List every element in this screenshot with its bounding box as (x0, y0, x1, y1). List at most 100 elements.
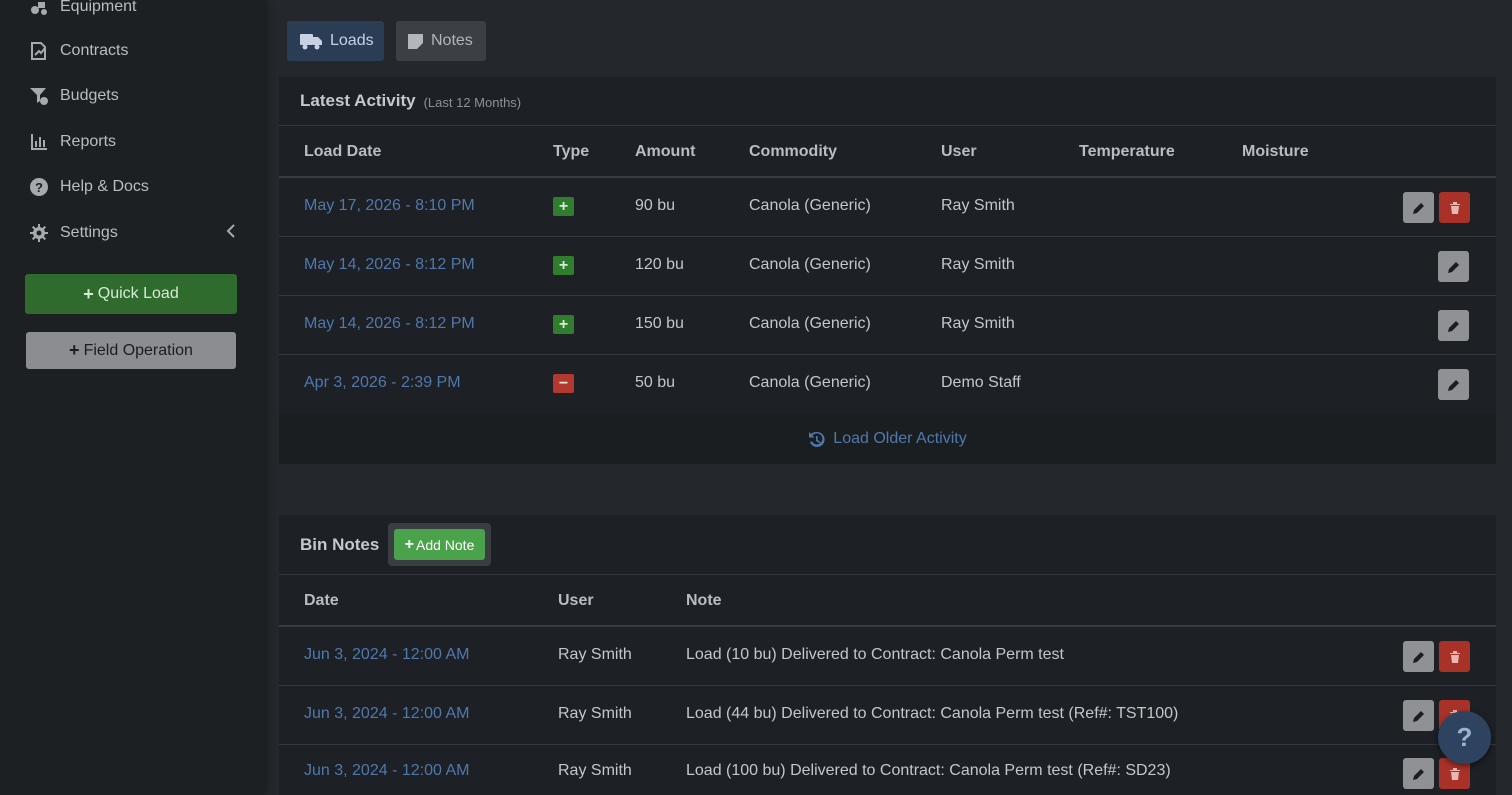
tab-loads[interactable]: Loads (287, 21, 384, 61)
sidebar-item-contracts[interactable]: Contracts (28, 39, 128, 63)
pencil-icon (1447, 320, 1459, 332)
gear-icon (28, 223, 50, 243)
field-operation-label: Field Operation (83, 341, 193, 359)
sidebar-item-help-docs[interactable]: ? Help & Docs (28, 175, 149, 199)
column-header: Date (304, 592, 339, 609)
note-date-link[interactable]: Jun 3, 2024 - 12:00 AM (304, 627, 469, 683)
user-cell: Ray Smith (558, 762, 632, 779)
edit-button[interactable] (1403, 700, 1434, 731)
pencil-icon (1412, 768, 1424, 780)
user-cell: Ray Smith (558, 646, 632, 663)
load-date-link[interactable]: May 14, 2026 - 8:12 PM (304, 296, 475, 352)
edit-button[interactable] (1403, 641, 1434, 672)
edit-button[interactable] (1403, 758, 1434, 789)
column-header: Note (686, 592, 722, 609)
help-button[interactable]: ? (1438, 711, 1491, 764)
plus-icon: + (404, 535, 414, 553)
sidebar-item-label: Settings (60, 224, 118, 241)
user-cell: Ray Smith (558, 705, 632, 722)
add-note-focus-ring: + Add Note (388, 523, 491, 566)
table-row: Apr 3, 2026 - 2:39 PM − 50 bu Canola (Ge… (279, 355, 1496, 414)
commodity-cell: Canola (Generic) (749, 256, 871, 273)
load-older-label: Load Older Activity (833, 430, 967, 447)
truck-icon (300, 33, 322, 49)
sidebar-item-budgets[interactable]: Budgets (28, 84, 119, 108)
user-cell: Ray Smith (941, 315, 1015, 332)
load-out-icon: − (553, 374, 574, 393)
panel-subtitle: (Last 12 Months) (423, 94, 522, 110)
column-header: Amount (635, 143, 696, 160)
table-header: Date User Note (279, 575, 1496, 627)
note-date-link[interactable]: Jun 3, 2024 - 12:00 AM (304, 686, 469, 742)
note-cell: Load (100 bu) Delivered to Contract: Can… (686, 762, 1171, 779)
amount-cell: 150 bu (635, 315, 684, 332)
user-cell: Demo Staff (941, 374, 1021, 391)
tab-loads-label: Loads (330, 32, 374, 49)
tab-notes[interactable]: Notes (396, 21, 486, 61)
latest-activity-panel: Latest Activity (Last 12 Months) Load Da… (279, 77, 1496, 464)
load-date-link[interactable]: Apr 3, 2026 - 2:39 PM (304, 355, 461, 411)
pencil-icon (1412, 202, 1424, 214)
note-date-link[interactable]: Jun 3, 2024 - 12:00 AM (304, 745, 469, 795)
tab-notes-label: Notes (431, 32, 473, 49)
question-circle-icon: ? (28, 177, 50, 197)
commodity-cell: Canola (Generic) (749, 374, 871, 391)
amount-cell: 90 bu (635, 197, 676, 214)
load-in-icon: + (553, 315, 574, 334)
table-row: Jun 3, 2024 - 12:00 AM Ray Smith Load (4… (279, 686, 1496, 745)
column-header: User (558, 592, 594, 609)
load-in-icon: + (553, 197, 574, 216)
field-operation-button[interactable]: + Field Operation (26, 332, 236, 369)
panel-title: Bin Notes (300, 534, 380, 554)
sidebar-item-label: Contracts (60, 42, 129, 59)
column-header: Temperature (1079, 143, 1175, 160)
sidebar-item-label: Equipment (60, 0, 137, 15)
amount-cell: 50 bu (635, 374, 676, 391)
table-row: Jun 3, 2024 - 12:00 AM Ray Smith Load (1… (279, 745, 1496, 795)
user-cell: Ray Smith (941, 197, 1015, 214)
panel-header: Latest Activity (Last 12 Months) (279, 77, 1496, 126)
history-icon (809, 431, 825, 447)
edit-button[interactable] (1438, 369, 1469, 400)
load-older-activity-button[interactable]: Load Older Activity (279, 414, 1496, 464)
quick-load-button[interactable]: + Quick Load (25, 274, 237, 314)
column-header: Load Date (304, 143, 382, 160)
table-row: May 17, 2026 - 8:10 PM + 90 bu Canola (G… (279, 178, 1496, 237)
delete-button[interactable] (1439, 641, 1470, 672)
sidebar-item-label: Budgets (60, 87, 119, 104)
load-date-link[interactable]: May 17, 2026 - 8:10 PM (304, 178, 475, 234)
sidebar-item-label: Help & Docs (60, 178, 149, 195)
delete-button[interactable] (1439, 192, 1470, 223)
commodity-cell: Canola (Generic) (749, 315, 871, 332)
edit-button[interactable] (1438, 251, 1469, 282)
note-cell: Load (10 bu) Delivered to Contract: Cano… (686, 646, 1064, 663)
chart-icon (28, 132, 50, 152)
note-cell: Load (44 bu) Delivered to Contract: Cano… (686, 705, 1179, 722)
quick-load-label: Quick Load (97, 285, 179, 302)
sidebar-item-equipment[interactable]: Equipment (28, 0, 137, 19)
pencil-icon (1412, 651, 1424, 663)
commodity-cell: Canola (Generic) (749, 197, 871, 214)
pencil-icon (1412, 710, 1424, 722)
load-date-link[interactable]: May 14, 2026 - 8:12 PM (304, 237, 475, 293)
amount-cell: 120 bu (635, 256, 684, 273)
trash-icon (1449, 650, 1460, 663)
column-header: Moisture (1242, 143, 1309, 160)
sidebar-item-label: Reports (60, 133, 117, 150)
edit-button[interactable] (1403, 192, 1434, 223)
table-row: May 14, 2026 - 8:12 PM + 120 bu Canola (… (279, 237, 1496, 296)
column-header: Commodity (749, 143, 837, 160)
plus-icon: + (69, 340, 80, 360)
sticky-note-icon (408, 33, 423, 49)
chevron-left-icon[interactable] (226, 224, 240, 240)
table-header: Load Date Type Amount Commodity User Tem… (279, 126, 1496, 178)
edit-button[interactable] (1438, 310, 1469, 341)
trash-icon (1449, 201, 1460, 214)
sidebar-item-settings[interactable]: Settings (28, 221, 118, 245)
tractor-icon (28, 0, 50, 17)
sidebar: Equipment Contracts Budgets Reports ? He… (0, 0, 264, 795)
table-row: Jun 3, 2024 - 12:00 AM Ray Smith Load (1… (279, 627, 1496, 686)
sidebar-item-reports[interactable]: Reports (28, 130, 116, 154)
add-note-button[interactable]: + Add Note (394, 529, 485, 560)
add-note-label: Add Note (415, 536, 475, 553)
